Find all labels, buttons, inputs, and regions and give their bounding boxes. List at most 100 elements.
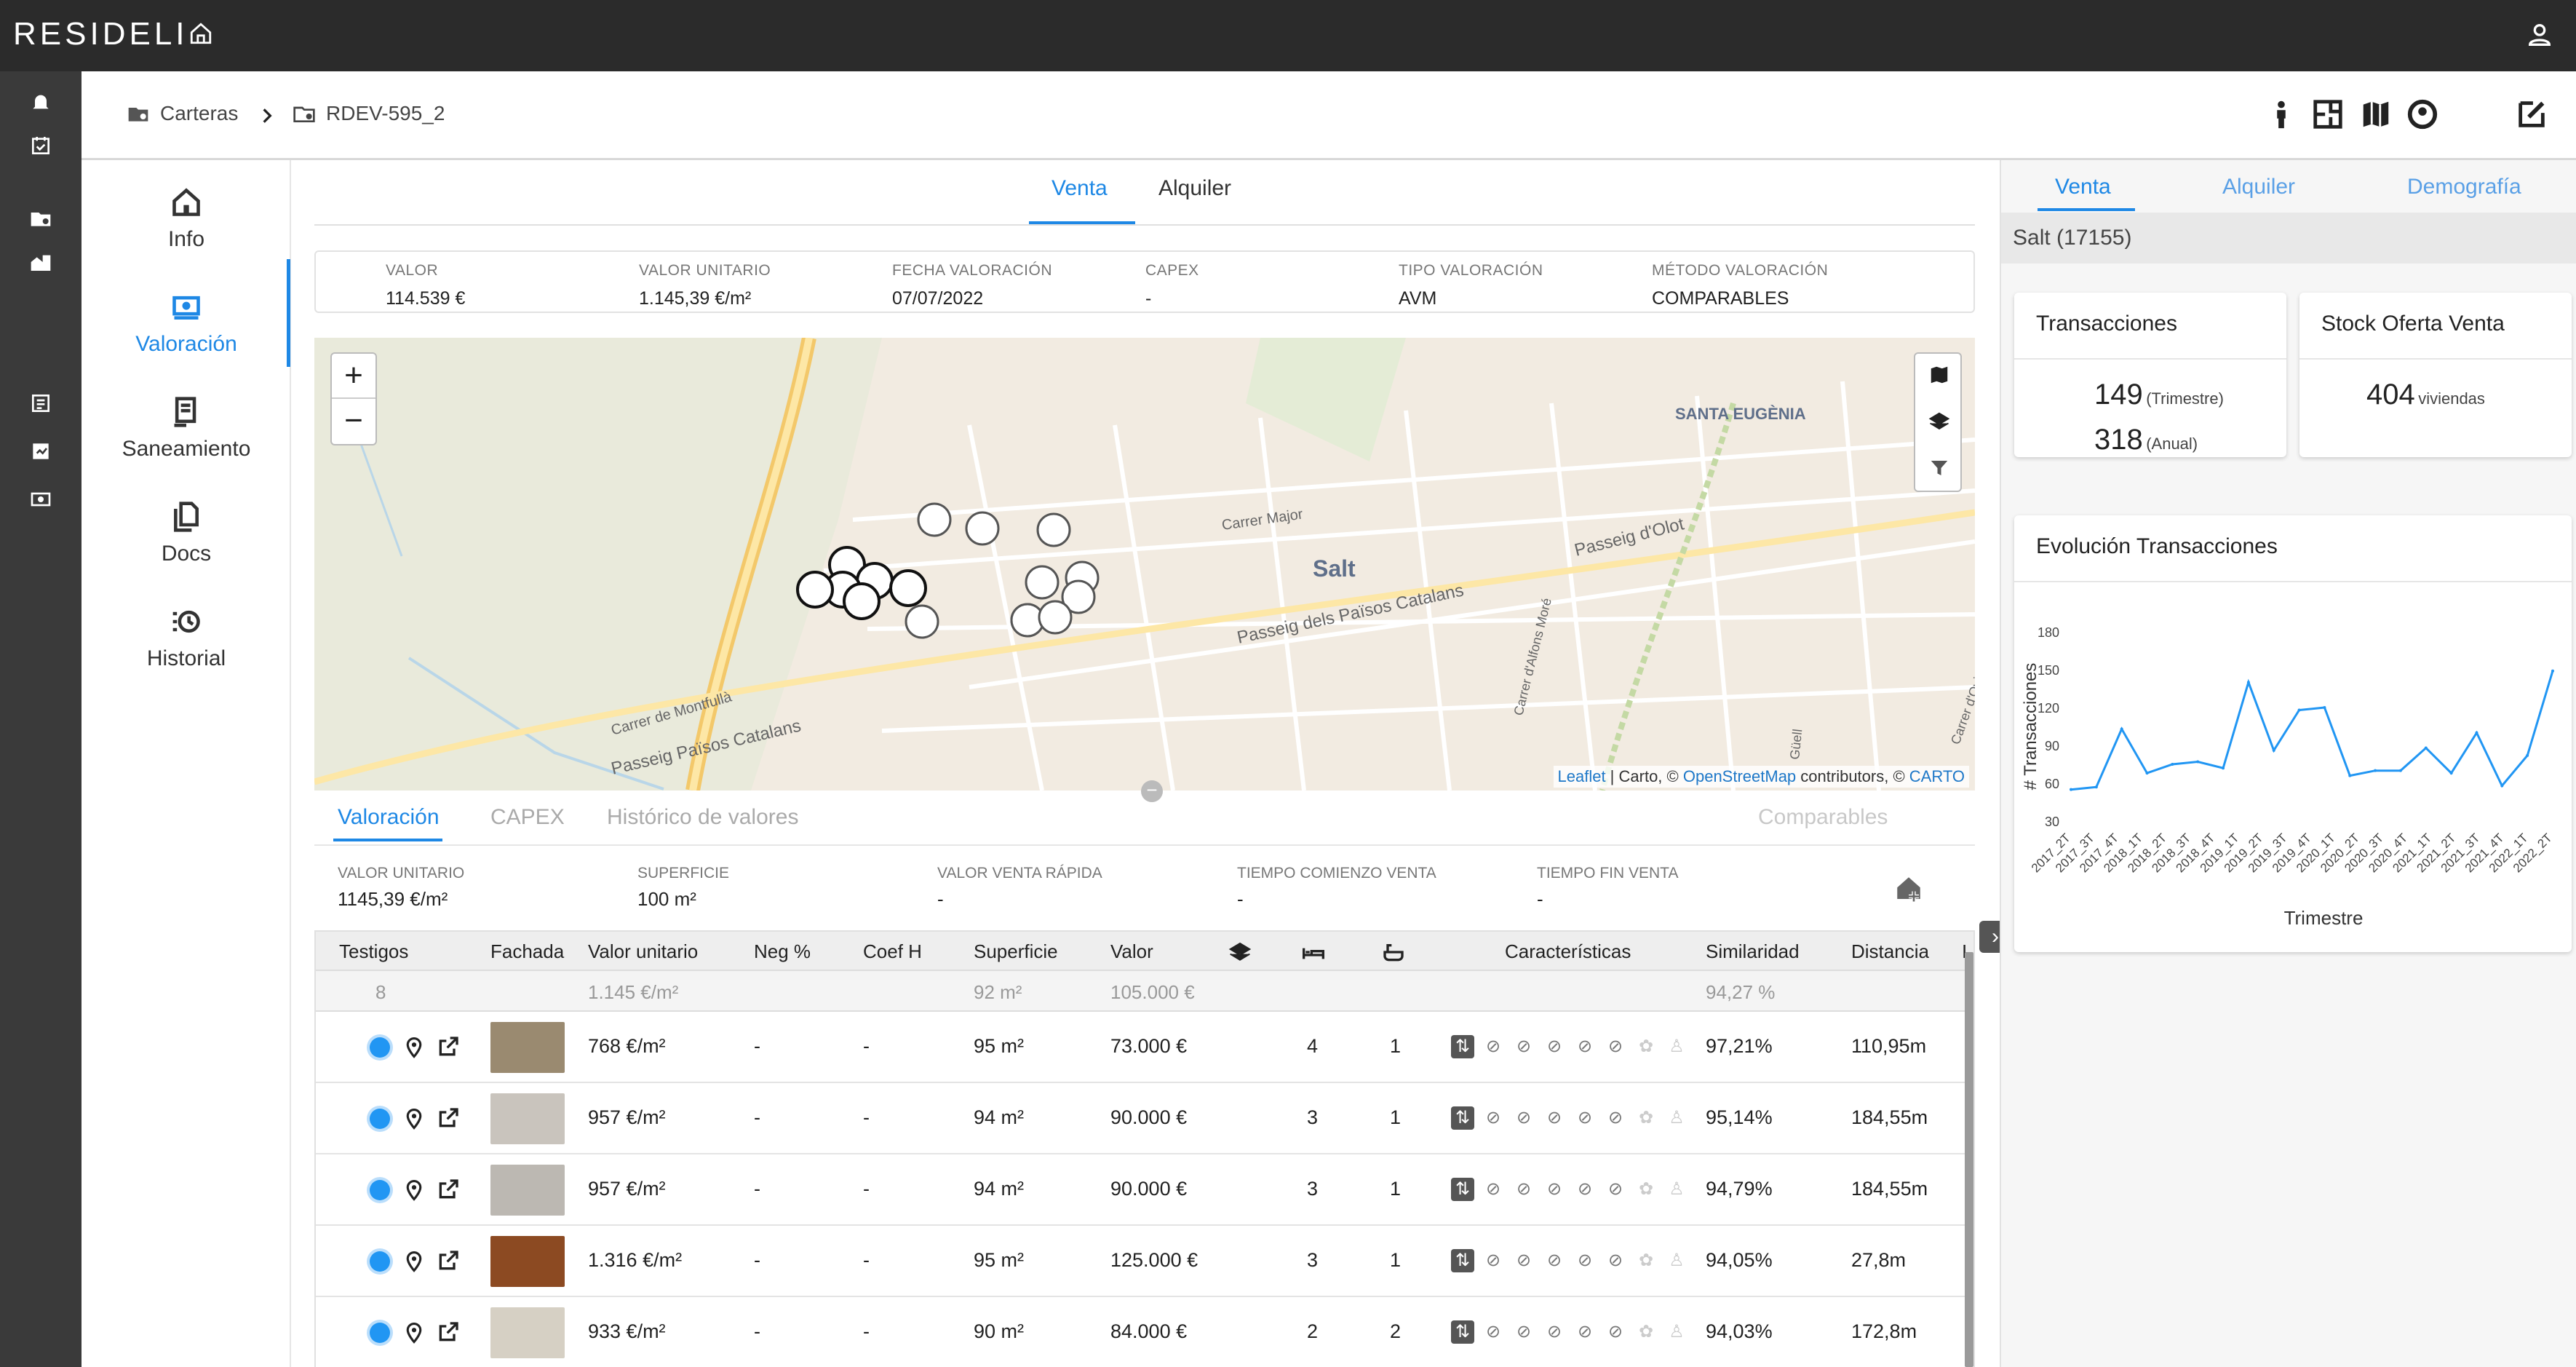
calendar-check-icon[interactable] bbox=[29, 134, 52, 157]
y-axis-label: # Transacciones bbox=[2021, 663, 2040, 791]
col-caracteristicas[interactable]: Características bbox=[1505, 940, 1631, 963]
open-external-icon[interactable] bbox=[437, 1106, 460, 1130]
table-row[interactable]: 957 €/m² - - 94 m² 90.000 € 3 1 ⇅ ⊘ ⊘ ⊘ ⊘ ⊘ ✿ ♙… bbox=[316, 1154, 1973, 1226]
subtab-comparables[interactable]: Comparables bbox=[1758, 805, 1888, 830]
elevator-icon: ⇅ bbox=[1451, 1178, 1474, 1201]
buildings-icon[interactable] bbox=[29, 250, 52, 274]
tab-venta[interactable]: Venta bbox=[1052, 176, 1108, 201]
cell-superficie: 95 m² bbox=[974, 1249, 1025, 1271]
zoom-in-button[interactable]: + bbox=[332, 354, 375, 399]
open-external-icon[interactable] bbox=[437, 1320, 460, 1344]
facade-photo[interactable] bbox=[490, 1165, 565, 1216]
cell-distancia: 184,55m bbox=[1851, 1106, 1928, 1128]
legal-document-icon bbox=[174, 397, 196, 427]
app-logo[interactable]: RESIDELI bbox=[13, 16, 213, 52]
tab-alquiler[interactable]: Alquiler bbox=[1158, 176, 1231, 201]
left-rail bbox=[0, 71, 82, 1367]
bath-icon[interactable] bbox=[1381, 940, 1406, 964]
cash-icon[interactable] bbox=[29, 488, 52, 511]
trimestre-label: (Trimestre) bbox=[2146, 389, 2224, 408]
col-superficie[interactable]: Superficie bbox=[974, 940, 1058, 963]
location-pin-icon[interactable] bbox=[403, 1106, 425, 1131]
nav-docs[interactable]: Docs bbox=[82, 486, 291, 588]
osm-link[interactable]: OpenStreetMap bbox=[1683, 767, 1796, 785]
open-external-icon[interactable] bbox=[437, 1035, 460, 1058]
comparables-table: Testigos Fachada Valor unitario Neg % Co… bbox=[314, 930, 1975, 1367]
location-pin-icon[interactable] bbox=[403, 1320, 425, 1345]
location-pin-icon[interactable] bbox=[403, 1249, 425, 1274]
transactions-line-chart[interactable]: 3060901201501802017_2T2017_3T2017_4T2018… bbox=[2014, 588, 2572, 952]
col-valor[interactable]: Valor bbox=[1110, 940, 1153, 963]
user-account-icon[interactable] bbox=[2525, 20, 2554, 53]
floorplan-icon[interactable] bbox=[2311, 98, 2345, 131]
right-tab-venta[interactable]: Venta bbox=[2055, 175, 2111, 199]
elevator-icon: ⇅ bbox=[1451, 1320, 1474, 1344]
portfolio-folder-icon[interactable] bbox=[29, 207, 52, 230]
table-row[interactable]: 768 €/m² - - 95 m² 73.000 € 4 1 ⇅ ⊘ ⊘ ⊘ ⊘ ⊘ ✿ ♙… bbox=[316, 1012, 1973, 1083]
col-coef[interactable]: Coef H bbox=[863, 940, 922, 963]
location-pin-icon[interactable] bbox=[403, 1035, 425, 1060]
subtab-capex[interactable]: CAPEX bbox=[490, 805, 565, 830]
street-view-icon[interactable] bbox=[2406, 98, 2439, 131]
nav-saneamiento[interactable]: Saneamiento bbox=[82, 381, 291, 483]
no-pool-icon: ⊘ bbox=[1516, 1179, 1532, 1199]
listings-icon[interactable] bbox=[29, 392, 52, 415]
nav-info[interactable]: Info bbox=[82, 172, 291, 274]
col-valor-unitario[interactable]: Valor unitario bbox=[588, 940, 698, 963]
notifications-icon[interactable] bbox=[29, 90, 52, 114]
cell-banos: 1 bbox=[1390, 1249, 1402, 1271]
location-pin-icon[interactable] bbox=[403, 1178, 425, 1202]
nav-valoracion[interactable]: Valoración bbox=[82, 277, 291, 379]
add-home-icon[interactable] bbox=[1893, 873, 1924, 904]
features-icons: ⇅ ⊘ ⊘ ⊘ ⊘ ⊘ ✿ ♙ bbox=[1451, 1106, 1688, 1130]
select-radio[interactable] bbox=[370, 1109, 390, 1129]
assets-value-icon[interactable] bbox=[29, 440, 52, 463]
col-testigos[interactable]: Testigos bbox=[339, 940, 408, 963]
facade-photo[interactable] bbox=[490, 1093, 565, 1144]
facade-photo[interactable] bbox=[490, 1022, 565, 1073]
data-point bbox=[2297, 708, 2301, 712]
carto-link[interactable]: CARTO bbox=[1909, 767, 1965, 785]
edit-icon[interactable] bbox=[2515, 98, 2548, 131]
table-scrollbar[interactable] bbox=[1965, 952, 1973, 1367]
facade-photo[interactable] bbox=[490, 1236, 565, 1287]
zoom-out-button[interactable]: − bbox=[332, 399, 375, 444]
leaflet-link[interactable]: Leaflet bbox=[1558, 767, 1606, 785]
map-view[interactable]: SANTA EUGÈNIA Salt Carrer Major Passeig … bbox=[314, 338, 1975, 791]
table-row[interactable]: 1.316 €/m² - - 95 m² 125.000 € 3 1 ⇅ ⊘ ⊘ ⊘ ⊘… bbox=[316, 1226, 1973, 1297]
map-icon[interactable] bbox=[2359, 98, 2393, 131]
summary-similaridad: 94,27 % bbox=[1706, 981, 1776, 1003]
col-neg[interactable]: Neg % bbox=[754, 940, 811, 963]
basemap-icon[interactable] bbox=[1928, 364, 1950, 386]
col-fachada[interactable]: Fachada bbox=[490, 940, 564, 963]
section-nav: Info Valoración Saneamiento Docs Histori… bbox=[82, 160, 291, 1367]
open-external-icon[interactable] bbox=[437, 1178, 460, 1201]
select-radio[interactable] bbox=[370, 1323, 390, 1343]
select-radio[interactable] bbox=[370, 1180, 390, 1200]
right-tab-alquiler[interactable]: Alquiler bbox=[2222, 175, 2295, 199]
facade-photo[interactable] bbox=[490, 1307, 565, 1358]
col-distancia[interactable]: Distancia bbox=[1851, 940, 1929, 963]
select-radio[interactable] bbox=[370, 1037, 390, 1058]
filter-icon[interactable] bbox=[1928, 457, 1950, 479]
bed-icon[interactable] bbox=[1301, 940, 1326, 964]
breadcrumb-bar: Carteras RDEV-595_2 bbox=[82, 71, 2576, 160]
table-row[interactable]: 933 €/m² - - 90 m² 84.000 € 2 2 ⇅ ⊘ ⊘ ⊘ ⊘ ⊘ ✿ ♙… bbox=[316, 1297, 1973, 1367]
nav-historial[interactable]: Historial bbox=[82, 591, 291, 693]
breadcrumb-root[interactable]: Carteras bbox=[127, 102, 238, 125]
breadcrumb-current[interactable]: RDEV-595_2 bbox=[293, 102, 445, 125]
map-collapse-handle[interactable]: − bbox=[1141, 780, 1163, 802]
open-external-icon[interactable] bbox=[437, 1249, 460, 1272]
cell-neg: - bbox=[754, 1106, 760, 1128]
table-row[interactable]: 957 €/m² - - 94 m² 90.000 € 3 1 ⇅ ⊘ ⊘ ⊘ ⊘ ⊘ ✿ ♙… bbox=[316, 1083, 1973, 1154]
main-content: Venta Alquiler VALOR 114.539 € VALOR UNI… bbox=[291, 160, 2001, 1367]
person-icon[interactable] bbox=[2265, 98, 2298, 131]
elevator-icon: ⇅ bbox=[1451, 1106, 1474, 1130]
right-tab-demografia[interactable]: Demografía bbox=[2407, 175, 2521, 199]
select-radio[interactable] bbox=[370, 1251, 390, 1272]
floors-layers-icon[interactable] bbox=[1228, 940, 1252, 964]
col-similaridad[interactable]: Similaridad bbox=[1706, 940, 1800, 963]
subtab-historico[interactable]: Histórico de valores bbox=[607, 805, 798, 830]
layers-icon[interactable] bbox=[1928, 411, 1950, 432]
subtab-valoracion[interactable]: Valoración bbox=[338, 805, 440, 830]
